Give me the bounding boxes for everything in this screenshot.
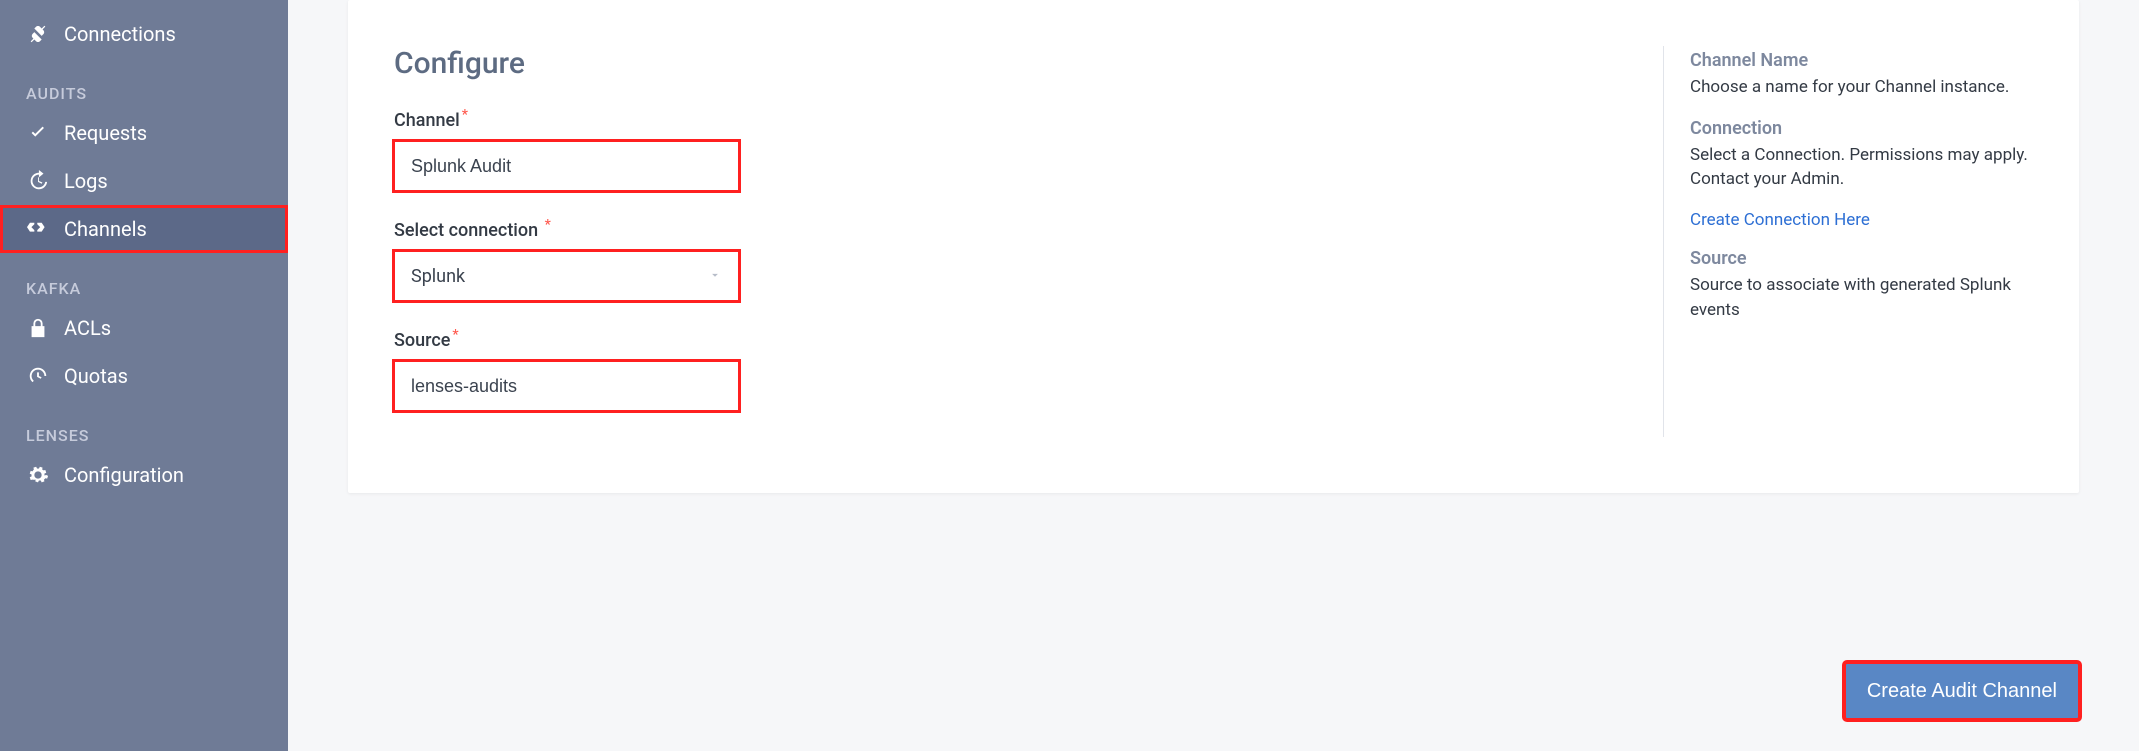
connection-label-text: Select connection [394,220,538,241]
plug-icon [26,23,50,45]
gauge-icon [26,365,50,387]
help-source-text: Source to associate with generated Splun… [1690,273,2033,322]
sidebar-item-label: Logs [64,169,108,193]
main-content: Configure Channel* Select connection * S… [288,0,2139,751]
help-conn-title: Connection [1690,118,2033,139]
source-label: Source* [394,327,459,351]
help-source-title: Source [1690,248,2033,269]
create-connection-link[interactable]: Create Connection Here [1690,210,1870,230]
sidebar-item-connections[interactable]: Connections [0,10,288,58]
lock-icon [26,317,50,339]
source-label-text: Source [394,330,450,351]
required-marker: * [452,327,458,343]
create-audit-channel-button[interactable]: Create Audit Channel [1845,663,2079,719]
form-column: Configure Channel* Select connection * S… [394,46,1663,437]
field-connection: Select connection * Splunk [394,217,1623,301]
create-button-container: Create Audit Channel [1845,663,2079,719]
configure-card: Configure Channel* Select connection * S… [348,0,2079,493]
sidebar-section-lenses: LENSES [0,400,288,451]
sidebar-item-label: Connections [64,22,176,46]
channel-label: Channel* [394,107,468,131]
sidebar-item-label: Configuration [64,463,184,487]
sidebar-section-kafka: KAFKA [0,253,288,304]
sidebar-item-label: Quotas [64,364,128,388]
channel-label-text: Channel [394,110,460,131]
sidebar-section-audits: AUDITS [0,58,288,109]
channels-icon [26,218,50,240]
required-marker: * [462,107,468,123]
sidebar-item-label: Requests [64,121,147,145]
sidebar-item-channels[interactable]: Channels [0,205,288,253]
connection-label: Select connection * [394,217,551,241]
field-channel: Channel* [394,107,1623,191]
sidebar-item-requests[interactable]: Requests [0,109,288,157]
sidebar: Connections AUDITS Requests Logs Channel… [0,0,288,751]
sidebar-item-quotas[interactable]: Quotas [0,352,288,400]
sidebar-item-acls[interactable]: ACLs [0,304,288,352]
gear-icon [26,464,50,486]
sidebar-item-label: Channels [64,217,147,241]
help-conn-text: Select a Connection. Permissions may app… [1690,143,2033,192]
page-title: Configure [394,46,1623,81]
history-icon [26,170,50,192]
source-input[interactable] [394,361,739,411]
chevron-down-icon [708,266,722,287]
sidebar-item-logs[interactable]: Logs [0,157,288,205]
help-column: Channel Name Choose a name for your Chan… [1663,46,2033,437]
field-source: Source* [394,327,1623,411]
required-marker: * [545,217,551,233]
check-icon [26,122,50,144]
sidebar-item-label: ACLs [64,316,111,340]
sidebar-item-configuration[interactable]: Configuration [0,451,288,499]
help-name-text: Choose a name for your Channel instance. [1690,75,2033,100]
connection-select[interactable]: Splunk [394,251,739,301]
help-name-title: Channel Name [1690,50,2033,71]
channel-input[interactable] [394,141,739,191]
connection-select-value: Splunk [411,266,465,287]
